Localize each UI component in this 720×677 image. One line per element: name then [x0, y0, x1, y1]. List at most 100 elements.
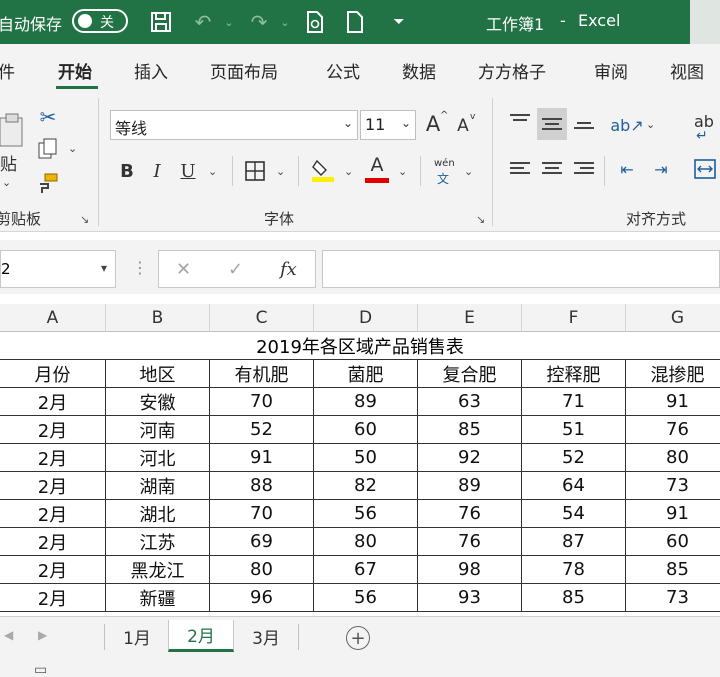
column-header-c[interactable]: C	[210, 304, 314, 332]
orientation-icon[interactable]: ab↗	[610, 112, 643, 138]
bold-button[interactable]: B	[116, 158, 138, 184]
table-cell[interactable]: 安徽	[106, 388, 210, 416]
table-cell[interactable]: 91	[626, 500, 720, 528]
table-cell[interactable]: 91	[210, 444, 314, 472]
new-file-icon[interactable]	[342, 8, 368, 36]
paste-dropdown-icon[interactable]: ⌄	[2, 176, 11, 189]
tab-page-layout[interactable]: 页面布局	[210, 58, 278, 83]
orientation-dropdown-icon[interactable]: ⌄	[646, 118, 655, 131]
table-header-cell[interactable]: 复合肥	[418, 360, 522, 388]
format-painter-icon[interactable]	[36, 170, 60, 196]
sheet-title-cell[interactable]: 2019年各区域产品销售表	[0, 332, 720, 360]
table-cell[interactable]: 52	[522, 444, 626, 472]
table-cell[interactable]: 80	[314, 528, 418, 556]
table-cell[interactable]: 76	[418, 500, 522, 528]
table-cell[interactable]: 黑龙江	[106, 556, 210, 584]
formula-input[interactable]	[322, 250, 720, 288]
decrease-indent-icon[interactable]: ⇤	[614, 156, 640, 182]
table-cell[interactable]: 82	[314, 472, 418, 500]
table-cell[interactable]: 76	[418, 528, 522, 556]
increase-indent-icon[interactable]: ⇥	[648, 156, 674, 182]
table-cell[interactable]: 湖南	[106, 472, 210, 500]
undo-icon[interactable]: ↶	[190, 8, 216, 36]
table-cell[interactable]: 2月	[0, 388, 106, 416]
align-bottom-icon[interactable]	[574, 122, 594, 138]
align-left-icon[interactable]	[510, 162, 530, 178]
paste-icon[interactable]	[0, 112, 24, 148]
table-cell[interactable]: 80	[210, 556, 314, 584]
merge-center-icon[interactable]	[692, 156, 718, 182]
column-header-f[interactable]: F	[522, 304, 626, 332]
table-cell[interactable]: 江苏	[106, 528, 210, 556]
align-center-icon[interactable]	[542, 162, 562, 178]
table-cell[interactable]: 93	[418, 584, 522, 612]
table-cell[interactable]: 73	[626, 472, 720, 500]
phonetic-char[interactable]: 文	[437, 170, 449, 187]
clipboard-launcher-icon[interactable]: ↘	[80, 213, 89, 226]
table-cell[interactable]: 新疆	[106, 584, 210, 612]
table-header-cell[interactable]: 地区	[106, 360, 210, 388]
font-name-select[interactable]: 等线 ⌄	[110, 110, 358, 140]
column-header-g[interactable]: G	[626, 304, 720, 332]
table-cell[interactable]: 87	[522, 528, 626, 556]
column-header-d[interactable]: D	[314, 304, 418, 332]
sheet-tab-1[interactable]: 1月	[108, 620, 166, 652]
prev-sheet-icon[interactable]: ◀	[4, 628, 13, 642]
copy-dropdown-icon[interactable]: ⌄	[68, 142, 77, 155]
table-cell[interactable]: 50	[314, 444, 418, 472]
sheet-tab-2[interactable]: 2月	[168, 620, 234, 652]
table-cell[interactable]: 51	[522, 416, 626, 444]
tab-review[interactable]: 审阅	[594, 58, 628, 83]
redo-dropdown-icon[interactable]: ⌄	[272, 8, 298, 36]
table-cell[interactable]: 52	[210, 416, 314, 444]
customize-toolbar-icon[interactable]: ⏷	[386, 8, 412, 36]
borders-icon[interactable]	[243, 158, 267, 184]
table-cell[interactable]: 64	[522, 472, 626, 500]
table-cell[interactable]: 60	[314, 416, 418, 444]
name-box[interactable]: 2 ▾	[0, 250, 116, 288]
table-cell[interactable]: 河南	[106, 416, 210, 444]
search-box-edge[interactable]	[690, 0, 720, 44]
autosave-toggle[interactable]: 关	[72, 9, 128, 33]
table-header-cell[interactable]: 月份	[0, 360, 106, 388]
table-cell[interactable]: 92	[418, 444, 522, 472]
table-cell[interactable]: 73	[626, 584, 720, 612]
table-cell[interactable]: 91	[626, 388, 720, 416]
table-cell[interactable]: 76	[626, 416, 720, 444]
table-cell[interactable]: 89	[314, 388, 418, 416]
table-cell[interactable]: 56	[314, 500, 418, 528]
table-cell[interactable]: 2月	[0, 444, 106, 472]
fill-color-icon[interactable]	[310, 156, 336, 184]
tab-insert[interactable]: 插入	[134, 58, 168, 83]
copy-icon[interactable]	[36, 136, 60, 162]
table-cell[interactable]: 2月	[0, 416, 106, 444]
table-cell[interactable]: 56	[314, 584, 418, 612]
table-cell[interactable]: 2月	[0, 528, 106, 556]
tab-ffgz[interactable]: 方方格子	[478, 58, 546, 83]
phonetic-dropdown-icon[interactable]: ⌄	[464, 165, 473, 178]
table-cell[interactable]: 85	[626, 556, 720, 584]
font-color-button[interactable]: A	[366, 154, 388, 176]
table-cell[interactable]: 63	[418, 388, 522, 416]
italic-button[interactable]: I	[148, 158, 166, 184]
table-cell[interactable]: 89	[418, 472, 522, 500]
next-sheet-icon[interactable]: ▶	[38, 628, 47, 642]
font-launcher-icon[interactable]: ↘	[476, 213, 485, 226]
table-cell[interactable]: 98	[418, 556, 522, 584]
add-sheet-button[interactable]: +	[346, 626, 370, 650]
table-cell[interactable]: 2月	[0, 584, 106, 612]
paste-label[interactable]: 贴	[0, 150, 17, 175]
formula-bar-grip-icon[interactable]: ⋮	[132, 258, 148, 277]
table-cell[interactable]: 88	[210, 472, 314, 500]
tab-file[interactable]: 件	[0, 58, 15, 83]
cancel-icon[interactable]: ✕	[176, 259, 191, 280]
undo-dropdown-icon[interactable]: ⌄	[216, 8, 242, 36]
print-preview-icon[interactable]	[302, 8, 328, 36]
table-header-cell[interactable]: 有机肥	[210, 360, 314, 388]
table-cell[interactable]: 85	[418, 416, 522, 444]
table-cell[interactable]: 湖北	[106, 500, 210, 528]
table-cell[interactable]: 2月	[0, 472, 106, 500]
table-header-cell[interactable]: 混掺肥	[626, 360, 720, 388]
font-color-dropdown-icon[interactable]: ⌄	[398, 165, 407, 178]
column-header-e[interactable]: E	[418, 304, 522, 332]
